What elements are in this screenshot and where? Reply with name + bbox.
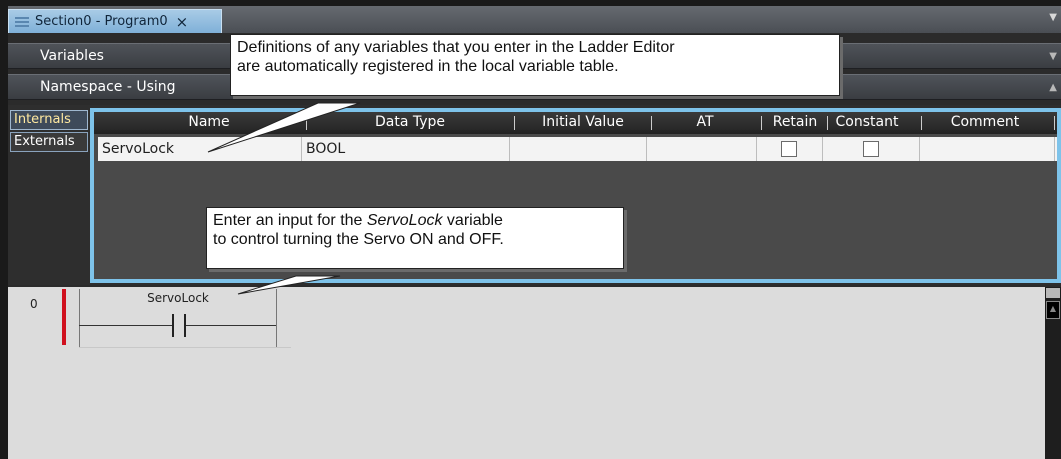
callout-bottom-suffix: variable: [442, 212, 503, 229]
callout-bottom-variable: ServoLock: [366, 212, 443, 229]
top-callout-pointer: [207, 102, 361, 153]
callout-top-line2: are automatically registered in the loca…: [237, 58, 619, 75]
callout-servolock-input: Enter an input for the ServoLock variabl…: [206, 207, 624, 269]
callout-variable-registration: Definitions of any variables that you en…: [230, 34, 840, 96]
callout-bottom-prefix: Enter an input for the: [213, 212, 367, 229]
callout-top-line1: Definitions of any variables that you en…: [237, 39, 675, 56]
bottom-callout-pointer: [237, 275, 341, 295]
callout-bottom-line2: to control turning the Servo ON and OFF.: [213, 231, 504, 248]
callout-bottom-line1: Enter an input for the ServoLock variabl…: [213, 211, 617, 230]
